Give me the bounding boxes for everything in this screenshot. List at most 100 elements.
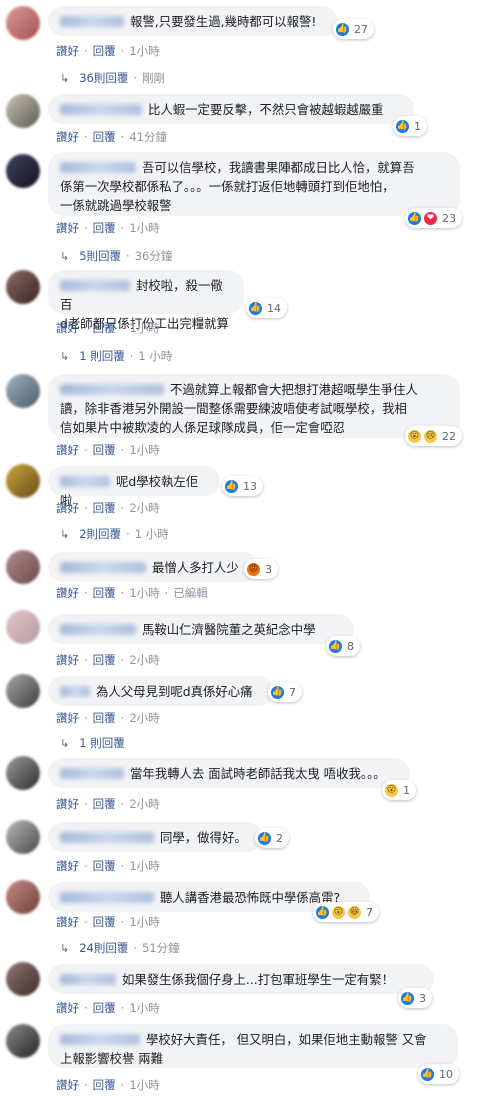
commenter-name[interactable]: [60, 892, 154, 903]
avatar[interactable]: [6, 756, 40, 790]
avatar[interactable]: [6, 1024, 40, 1058]
timestamp[interactable]: 2小時: [129, 710, 159, 726]
reaction-summary[interactable]: 👍 8: [326, 636, 360, 656]
like-button[interactable]: 讚好: [56, 220, 79, 236]
view-replies-link[interactable]: ↳ 1 則回覆 · 1 小時: [60, 348, 172, 364]
reply-button[interactable]: 回覆: [93, 442, 116, 458]
reply-button[interactable]: 回覆: [93, 710, 116, 726]
commenter-name[interactable]: [60, 476, 110, 487]
like-button[interactable]: 讚好: [56, 129, 79, 145]
avatar[interactable]: [6, 154, 40, 188]
like-button[interactable]: 讚好: [56, 500, 79, 516]
reply-button[interactable]: 回覆: [93, 1000, 116, 1016]
reaction-summary[interactable]: 👍 10: [418, 1064, 459, 1084]
timestamp[interactable]: 1小時: [129, 320, 159, 336]
timestamp[interactable]: 2小時: [129, 500, 159, 516]
reaction-summary[interactable]: 😮 😢 22: [405, 426, 462, 446]
reply-button[interactable]: 回覆: [93, 858, 116, 874]
timestamp[interactable]: 2小時: [129, 796, 159, 812]
comment-bubble: 最憎人多打人少: [48, 552, 258, 582]
avatar[interactable]: [6, 374, 40, 408]
timestamp[interactable]: 1小時: [129, 858, 159, 874]
like-reaction-icon: 👍: [395, 118, 410, 134]
avatar[interactable]: [6, 674, 40, 708]
comment-bubble: 當年我轉人去 面試時老師話我太曳 唔收我。。。: [48, 758, 410, 788]
reaction-summary[interactable]: 👍 ❤ 23: [405, 208, 462, 228]
avatar[interactable]: [6, 820, 40, 854]
like-button[interactable]: 讚好: [56, 1077, 79, 1093]
avatar[interactable]: [6, 6, 40, 40]
reply-button[interactable]: 回覆: [93, 652, 116, 668]
commenter-name[interactable]: [60, 1034, 140, 1045]
timestamp[interactable]: 2小時: [129, 652, 159, 668]
timestamp[interactable]: 1小時: [129, 1077, 159, 1093]
view-replies-link[interactable]: ↳ 1 則回覆: [60, 735, 125, 751]
commenter-name[interactable]: [60, 104, 142, 115]
reaction-summary[interactable]: 😡 3: [244, 559, 278, 579]
avatar[interactable]: [6, 550, 40, 584]
view-replies-link[interactable]: ↳ 5則回覆 · 36分鐘: [60, 248, 172, 264]
avatar[interactable]: [6, 610, 40, 644]
reaction-summary[interactable]: 😮 1: [382, 780, 416, 800]
reply-button[interactable]: 回覆: [93, 43, 116, 59]
reply-button[interactable]: 回覆: [93, 1077, 116, 1093]
timestamp[interactable]: 1小時: [129, 442, 159, 458]
commenter-name[interactable]: [60, 832, 154, 843]
timestamp[interactable]: 1小時: [129, 43, 159, 59]
like-button[interactable]: 讚好: [56, 796, 79, 812]
edited-label[interactable]: 已編輯: [173, 585, 208, 601]
like-button[interactable]: 讚好: [56, 914, 79, 930]
reply-button[interactable]: 回覆: [93, 796, 116, 812]
reply-arrow-icon: ↳: [60, 527, 70, 541]
avatar[interactable]: [6, 464, 40, 498]
avatar[interactable]: [6, 94, 40, 128]
like-button[interactable]: 讚好: [56, 442, 79, 458]
commenter-name[interactable]: [60, 562, 146, 573]
like-button[interactable]: 讚好: [56, 43, 79, 59]
reply-button[interactable]: 回覆: [93, 914, 116, 930]
commenter-name[interactable]: [60, 16, 124, 27]
reply-button[interactable]: 回覆: [93, 320, 116, 336]
reply-button[interactable]: 回覆: [93, 500, 116, 516]
like-button[interactable]: 讚好: [56, 585, 79, 601]
timestamp[interactable]: 41分鐘: [129, 129, 167, 145]
comment-text: 報警,只要發生過,幾時都可以報警!: [130, 14, 317, 29]
timestamp[interactable]: 1小時: [129, 914, 159, 930]
commenter-name[interactable]: [60, 974, 116, 985]
view-replies-link[interactable]: ↳ 2則回覆 · 1 小時: [60, 526, 169, 542]
reply-button[interactable]: 回覆: [93, 585, 116, 601]
timestamp[interactable]: 1小時: [129, 1000, 159, 1016]
commenter-name[interactable]: [60, 162, 136, 173]
reaction-summary[interactable]: 👍 😮 😆 7: [313, 902, 379, 922]
like-button[interactable]: 讚好: [56, 1000, 79, 1016]
comment-text: 馬鞍山仁濟醫院董之英紀念中學: [142, 622, 316, 637]
commenter-name[interactable]: [60, 686, 90, 697]
reply-button[interactable]: 回覆: [93, 129, 116, 145]
like-button[interactable]: 讚好: [56, 858, 79, 874]
commenter-name[interactable]: [60, 280, 130, 291]
reply-arrow-icon: ↳: [60, 71, 70, 85]
commenter-name[interactable]: [60, 768, 124, 779]
reaction-summary[interactable]: 👍 27: [333, 19, 374, 39]
comment-bubble: 不過就算上報都會大把想打港超嘅學生爭住人 讀，除非香港另外開設一間整係需要練波唔…: [48, 374, 460, 438]
view-replies-link[interactable]: ↳ 24則回覆 · 51分鐘: [60, 940, 180, 956]
view-replies-link[interactable]: ↳ 36則回覆 · 剛剛: [60, 70, 165, 86]
like-button[interactable]: 讚好: [56, 320, 79, 336]
avatar[interactable]: [6, 880, 40, 914]
reaction-summary[interactable]: 👍 7: [268, 682, 302, 702]
commenter-name[interactable]: [60, 624, 136, 635]
reaction-summary[interactable]: 👍 1: [393, 116, 427, 136]
reaction-summary[interactable]: 👍 2: [255, 828, 289, 848]
avatar[interactable]: [6, 962, 40, 996]
avatar[interactable]: [6, 270, 40, 304]
reaction-summary[interactable]: 👍 14: [246, 298, 287, 318]
timestamp[interactable]: 1小時: [129, 220, 159, 236]
like-button[interactable]: 讚好: [56, 652, 79, 668]
commenter-name[interactable]: [60, 384, 164, 395]
reaction-summary[interactable]: 👍 3: [398, 988, 432, 1008]
like-button[interactable]: 讚好: [56, 710, 79, 726]
reaction-summary[interactable]: 👍 13: [222, 476, 263, 496]
timestamp[interactable]: 1小時: [129, 585, 159, 601]
like-reaction-icon: 👍: [248, 300, 263, 316]
reply-button[interactable]: 回覆: [93, 220, 116, 236]
